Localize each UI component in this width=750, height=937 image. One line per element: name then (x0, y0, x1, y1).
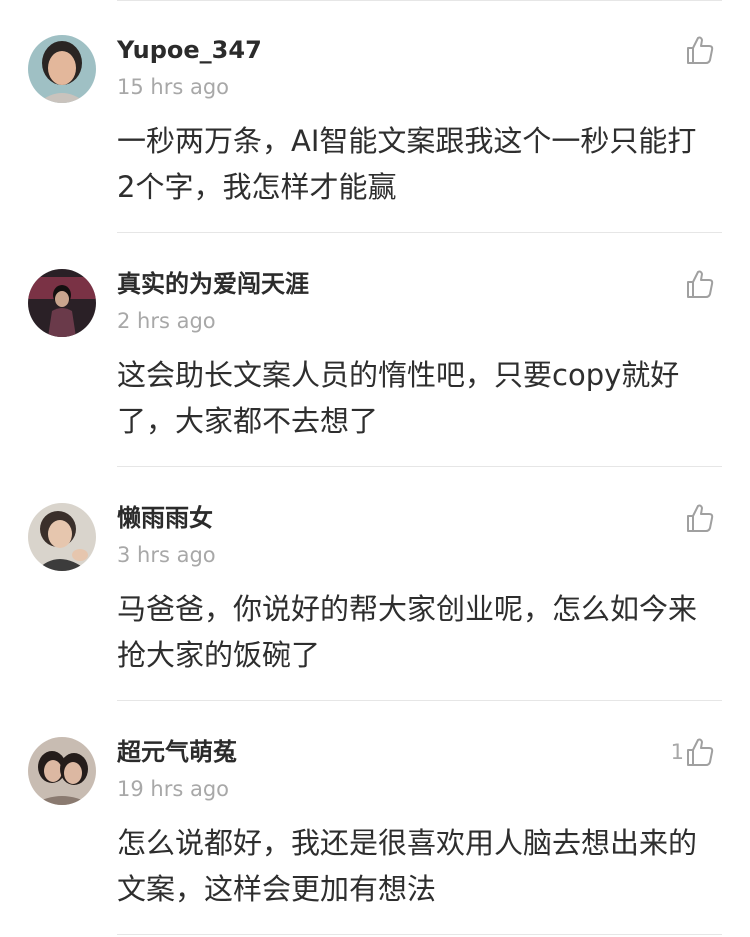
comment-item: 真实的为爱闯天涯 2 hrs ago 这会助长文案人员的惰性吧，只要copy就好… (0, 234, 750, 468)
avatar[interactable] (28, 269, 96, 337)
avatar[interactable] (28, 737, 96, 805)
like-count: 1 (670, 740, 684, 764)
comment-item: 懒雨雨女 3 hrs ago 马爸爸，你说好的帮大家创业呢，怎么如今来抢大家的饭… (0, 468, 750, 702)
like-button[interactable] (684, 34, 714, 66)
thumbs-up-icon (686, 503, 714, 533)
thumbs-up-icon (686, 35, 714, 65)
timestamp: 15 hrs ago (117, 75, 230, 99)
thumbs-up-icon (686, 269, 714, 299)
avatar[interactable] (28, 503, 96, 571)
username[interactable]: 真实的为爱闯天涯 (117, 267, 309, 301)
divider (117, 700, 722, 701)
timestamp: 3 hrs ago (117, 543, 216, 567)
comment-item: Yupoe_347 15 hrs ago 一秒两万条，AI智能文案跟我这个一秒只… (0, 0, 750, 234)
divider (117, 232, 722, 233)
divider (117, 466, 722, 467)
comment-item: 超元气萌菟 19 hrs ago 1 怎么说都好，我还是很喜欢用人脑去想出来的文… (0, 702, 750, 936)
comment-text: 怎么说都好，我还是很喜欢用人脑去想出来的文案，这样会更加有想法 (117, 826, 698, 906)
comment-text: 一秒两万条，AI智能文案跟我这个一秒只能打2个字，我怎样才能赢 (117, 124, 697, 204)
timestamp: 2 hrs ago (117, 309, 216, 333)
like-button[interactable]: 1 (671, 736, 714, 768)
comment-text: 马爸爸，你说好的帮大家创业呢，怎么如今来抢大家的饭碗了 (117, 592, 698, 672)
username[interactable]: Yupoe_347 (117, 33, 262, 67)
like-button[interactable] (684, 268, 714, 300)
thumbs-up-icon (686, 737, 714, 767)
username[interactable]: 超元气萌菟 (117, 735, 237, 769)
divider (117, 934, 722, 935)
avatar[interactable] (28, 35, 96, 103)
comment-list: Yupoe_347 15 hrs ago 一秒两万条，AI智能文案跟我这个一秒只… (0, 0, 750, 937)
comment-text: 这会助长文案人员的惰性吧，只要copy就好了，大家都不去想了 (117, 358, 680, 438)
timestamp: 19 hrs ago (117, 777, 230, 801)
like-button[interactable] (684, 502, 714, 534)
username[interactable]: 懒雨雨女 (117, 501, 213, 535)
